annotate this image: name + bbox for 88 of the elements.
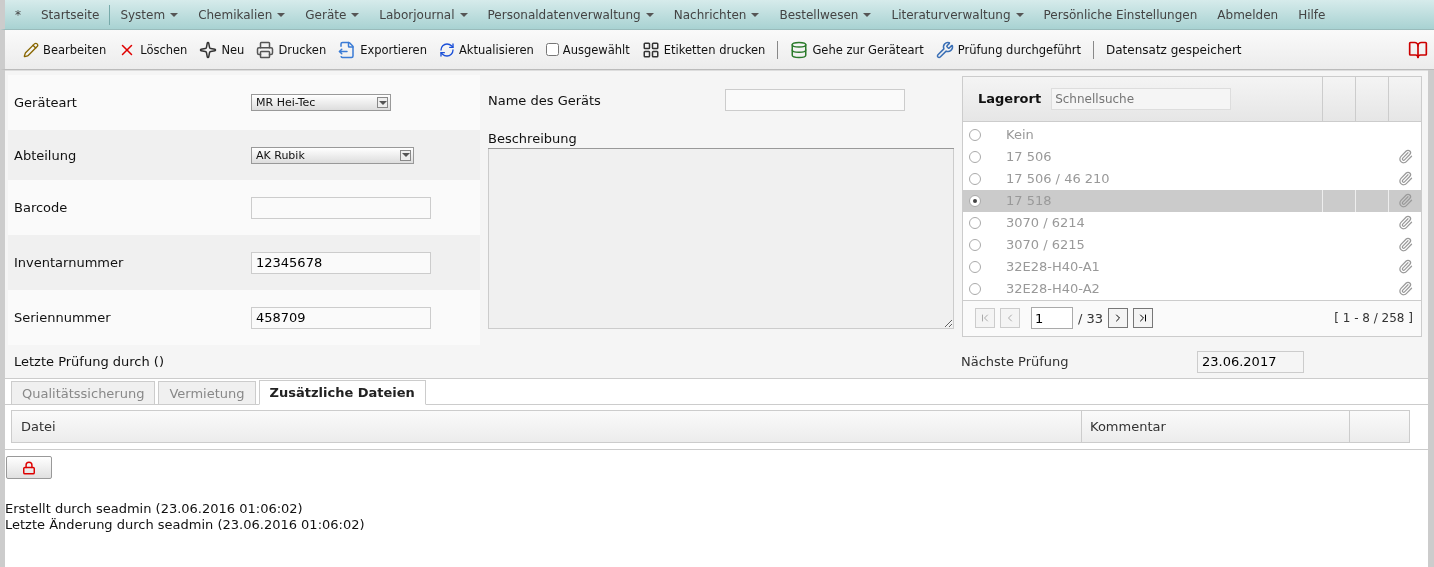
record-range: [ 1 - 8 / 258 ] [1334,311,1413,326]
menu-item[interactable]: Startseite [31,0,110,29]
toolbar-button[interactable]: Prüfung durchgeführt [935,40,1081,59]
sparkle-icon [199,40,218,59]
checkbox-label[interactable]: Ausgewählt [545,42,630,57]
toolbar-button[interactable]: Exportieren [338,40,427,59]
paperclip-icon[interactable] [1397,215,1413,231]
next-page-button[interactable] [1108,308,1129,329]
radio-button[interactable] [969,283,981,295]
lock-icon [22,460,36,475]
select-field[interactable]: AK Rubik [251,146,414,164]
select-field[interactable]: MR Hei-Tec [251,94,391,111]
wrench-icon [935,40,954,59]
first-page-button[interactable] [975,308,995,329]
toolbar-button[interactable]: Drucken [256,40,327,59]
lock-button[interactable] [6,456,52,479]
menu-item[interactable]: Nachrichten [663,0,770,29]
menu-item[interactable]: Literaturverwaltung [881,0,1034,29]
radio-button[interactable] [969,173,981,185]
input-field[interactable]: 458709 [251,306,431,329]
export-icon [338,40,357,59]
grid-icon [641,40,660,59]
field-label: Abteilung [8,130,245,180]
menu-item[interactable]: Persönliche Einstellungen [1033,0,1208,29]
stack-icon [790,40,809,59]
radio-button[interactable] [969,151,981,163]
page-count: / 33 [1078,311,1104,326]
previous-page-button[interactable] [1000,308,1020,329]
menu-item[interactable]: System [110,0,189,29]
paperclip-icon[interactable] [1397,171,1413,187]
menu-item[interactable]: Hilfe [1288,0,1336,29]
paperclip-icon[interactable] [1397,149,1413,165]
row-label: 32E28-H40-A2 [1006,281,1100,297]
toolbar-button[interactable]: Gehe zur Geräteart [790,40,924,59]
row-label: 17 506 / 46 210 [1006,171,1110,187]
input-field[interactable]: 12345678 [251,251,431,274]
paperclip-icon[interactable] [1397,237,1413,253]
menu-item[interactable]: Geräte [295,0,370,29]
field-label: Geräteart [8,75,245,130]
radio-button[interactable] [969,217,981,229]
toolbar-button[interactable]: Löschen [118,40,188,59]
toolbar-button[interactable]: Bearbeiten [23,41,107,58]
menu-item[interactable]: * [5,0,31,29]
field-label: Name des Geräts [488,92,602,108]
radio-button[interactable] [969,195,981,207]
paperclip-icon[interactable] [1397,259,1413,275]
first-page-icon [979,312,991,325]
toolbar-button[interactable]: Etiketten drucken [641,40,766,59]
menu-item[interactable]: Laborjournal [369,0,478,29]
description-field[interactable] [488,149,954,329]
row-label: 17 506 [1006,149,1052,165]
row-label: 32E28-H40-A1 [1006,259,1100,275]
paperclip-icon[interactable] [1397,193,1413,209]
field-label: Seriennummer [8,290,245,345]
page-field[interactable]: 1 [1031,307,1073,330]
checkbox[interactable] [545,43,559,56]
toolbar-button[interactable]: Aktualisieren [438,41,534,58]
input-field[interactable] [725,89,905,111]
menu-item[interactable]: Personaldatenverwaltung [477,0,664,29]
audit-text: Erstellt durch seadmin (23.06.2016 01:06:02) [5,501,304,516]
audit-text: Letzte Änderung durch seadmin (23.06.2016 01:06:02) [5,517,366,532]
pencil-icon [23,41,39,58]
row-label: 3070 / 6215 [1006,237,1085,253]
radio-button[interactable] [969,129,981,141]
search-field[interactable]: Schnellsuche [1051,88,1232,110]
column-header: Datei [20,418,57,436]
menu-item[interactable]: Bestellwesen [769,0,882,29]
field-label: Inventarnummer [8,235,245,290]
last-page-button[interactable] [1133,308,1154,329]
toolbar-button[interactable]: Neu [199,40,245,59]
field-label: Barcode [8,180,245,235]
panel-title: Lagerort [978,91,1042,107]
radio-button[interactable] [969,239,981,251]
info-text: Letzte Prüfung durch () [14,354,164,369]
date-field[interactable]: 23.06.2017 [1197,350,1304,373]
row-label: 3070 / 6214 [1006,215,1085,231]
status-text: Datensatz gespeichert [1106,42,1242,57]
printer-icon [256,40,275,59]
input-field[interactable] [251,196,431,219]
refresh-icon [438,41,455,58]
paperclip-icon[interactable] [1397,281,1413,297]
column-header: Kommentar [1081,411,1349,442]
row-label: Kein [1006,127,1034,143]
tab[interactable]: Zusätzliche Dateien [258,380,426,405]
menu-item[interactable]: Chemikalien [188,0,296,29]
radio-button[interactable] [969,261,981,273]
field-label: Nächste Prüfung [961,354,1070,369]
menu-item[interactable]: Abmelden [1207,0,1289,29]
